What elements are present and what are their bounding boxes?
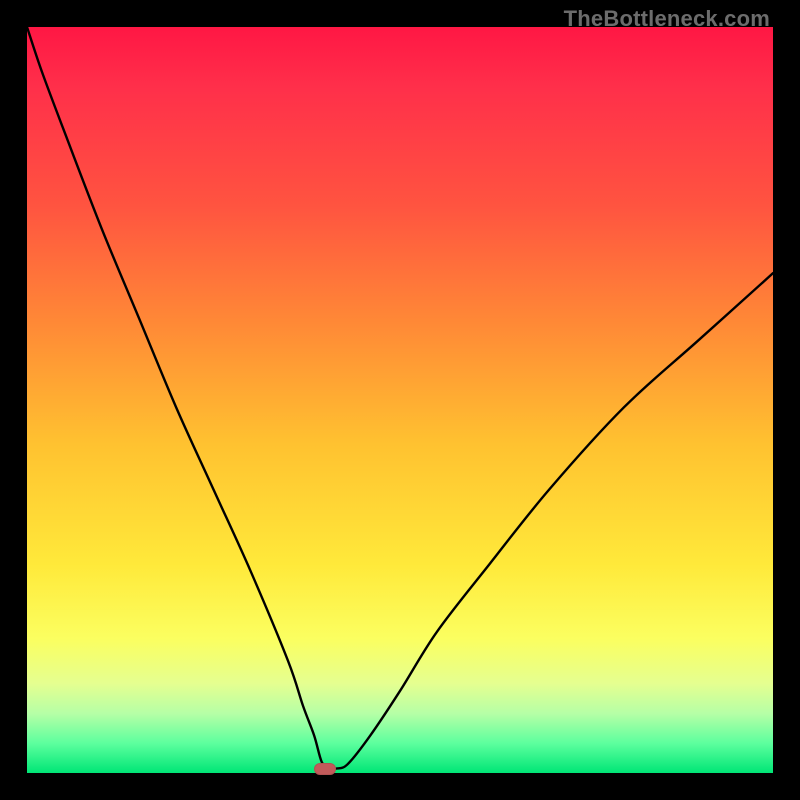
chart-frame: TheBottleneck.com xyxy=(0,0,800,800)
min-marker xyxy=(314,763,336,775)
bottleneck-curve xyxy=(27,27,773,769)
plot-area xyxy=(27,27,773,773)
curve-svg xyxy=(27,27,773,773)
